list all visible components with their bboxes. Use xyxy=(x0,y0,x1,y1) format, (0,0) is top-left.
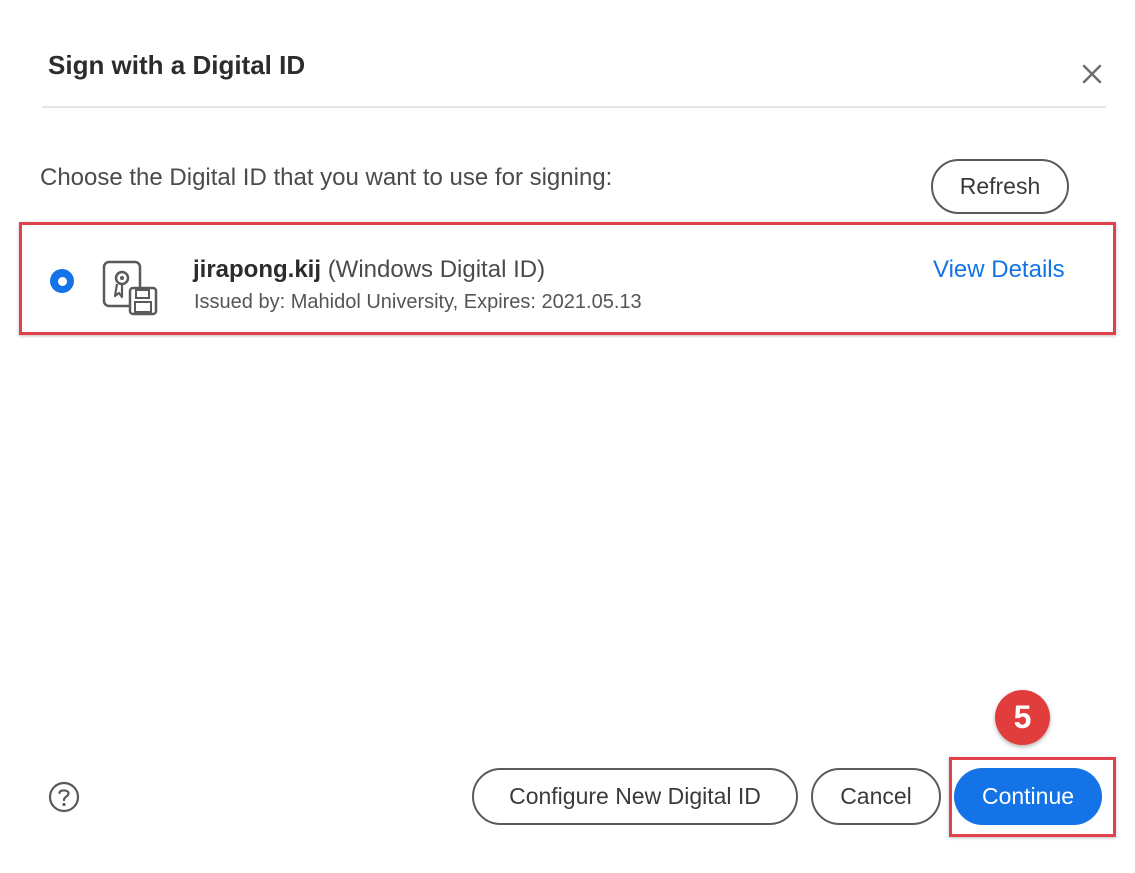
header-divider xyxy=(42,106,1106,108)
close-icon xyxy=(1082,64,1102,84)
digital-id-radio[interactable] xyxy=(50,269,74,293)
continue-button[interactable]: Continue xyxy=(954,768,1102,825)
instruction-text: Choose the Digital ID that you want to u… xyxy=(40,164,613,191)
view-details-link[interactable]: View Details xyxy=(933,256,1065,284)
digital-id-title: jirapong.kij (Windows Digital ID) xyxy=(193,256,545,284)
refresh-button[interactable]: Refresh xyxy=(931,159,1069,214)
digital-id-name: jirapong.kij xyxy=(193,256,322,283)
cancel-button[interactable]: Cancel xyxy=(811,768,941,825)
step-number-badge: 5 xyxy=(995,690,1050,745)
close-button[interactable] xyxy=(1074,56,1110,92)
dialog-title: Sign with a Digital ID xyxy=(48,50,306,80)
configure-new-digital-id-button[interactable]: Configure New Digital ID xyxy=(472,768,798,825)
digital-id-issuer: Issued by: Mahidol University, Expires: … xyxy=(194,291,642,313)
digital-id-type: (Windows Digital ID) xyxy=(327,256,546,283)
certificate-icon xyxy=(102,260,158,316)
sign-digital-id-dialog: Sign with a Digital ID Choose the Digita… xyxy=(0,0,1135,873)
help-icon[interactable] xyxy=(47,780,81,814)
radio-selected-dot xyxy=(57,276,67,286)
